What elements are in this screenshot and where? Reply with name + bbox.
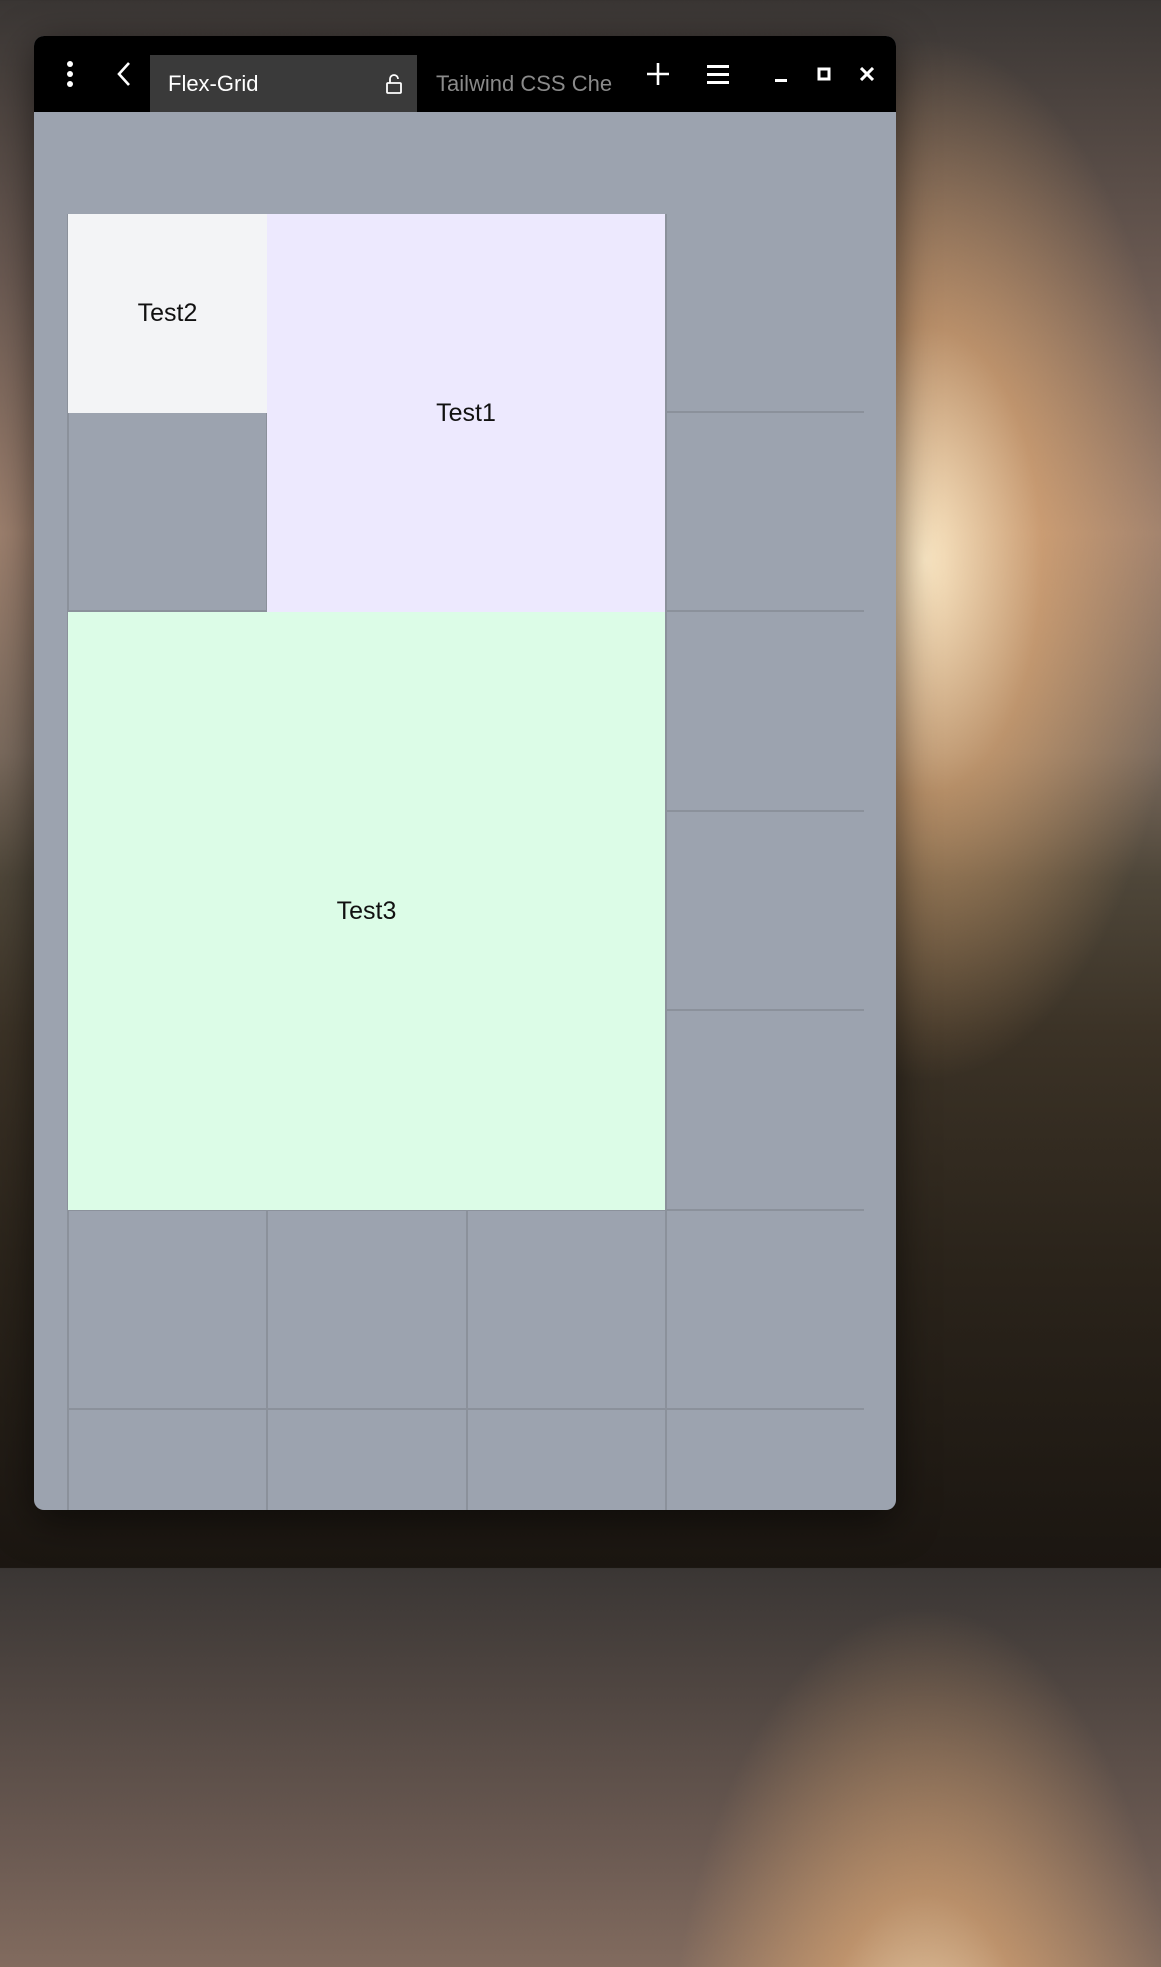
new-tab-plus-icon[interactable]	[644, 36, 672, 112]
back-arrow-icon[interactable]	[112, 36, 136, 112]
title-bar: Flex-Grid Tailwind CSS Che	[34, 36, 896, 112]
grid-item-test1: Test1	[267, 214, 665, 612]
grid-line	[68, 1408, 864, 1410]
browser-window: Flex-Grid Tailwind CSS Che Test1 Test2 T…	[34, 36, 896, 1510]
hamburger-menu-icon[interactable]	[704, 36, 732, 112]
close-icon[interactable]	[857, 36, 877, 112]
tab-label: Tailwind CSS Che	[436, 70, 613, 96]
page-content: Test1 Test2 Test3	[34, 112, 896, 1510]
minimize-icon[interactable]	[771, 36, 791, 112]
grid-line	[665, 214, 667, 1510]
unlock-icon[interactable]	[385, 73, 403, 100]
tab-flex-grid[interactable]: Flex-Grid	[150, 55, 417, 112]
grid-item-label: Test2	[137, 299, 198, 327]
grid-item-test3: Test3	[68, 612, 665, 1210]
tab-tailwind-css[interactable]: Tailwind CSS Che	[417, 55, 617, 112]
kebab-menu-icon[interactable]	[58, 36, 82, 112]
grid-item-test2: Test2	[68, 214, 267, 413]
maximize-icon[interactable]	[814, 36, 834, 112]
grid-item-label: Test3	[336, 896, 397, 925]
grid-item-label: Test1	[436, 398, 496, 427]
tab-label: Flex-Grid	[168, 70, 259, 96]
